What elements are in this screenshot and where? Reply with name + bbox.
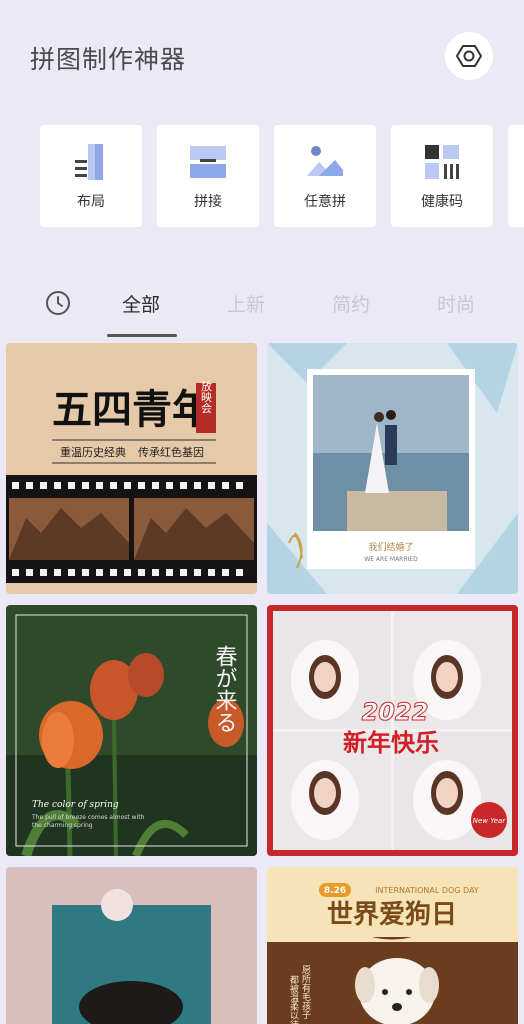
health-code-icon [425,145,459,179]
tool-stitch-label: 拼接 [194,194,222,210]
tool-layout-label: 布局 [77,194,105,210]
wedding-caption-cn: 我们结婚了 [368,541,413,553]
new-year-sticker: New Year [473,817,507,825]
template-card-youth-day[interactable]: 五四青年 放映会 重温历史经典 传承红色基因 [6,343,257,594]
freestyle-icon [307,146,343,176]
settings-icon [456,45,482,67]
tool-freestyle-button[interactable]: 任意拼 [274,125,376,227]
layout-icon [75,144,103,180]
wedding-caption-en: WE ARE MARRIED [364,556,418,563]
spring-caption-title: The color of spring [32,800,119,810]
tool-stitch-button[interactable]: 拼接 [157,125,259,227]
dog-day-event-en: INTERNATIONAL DOG DAY [375,886,479,895]
template-card-spring[interactable]: 春が来る The color of spring The pull of bre… [6,605,257,856]
dog-day-side-text-1: 愿所有毛孩子 [300,965,311,1019]
tab-new[interactable]: 上新 [227,290,265,317]
tab-fashion[interactable]: 时尚 [437,290,475,317]
template-card-portrait[interactable] [6,867,257,1024]
tab-simple[interactable]: 简约 [332,290,370,317]
new-year-greeting: 新年快乐 [343,729,439,757]
spring-caption-line2: the charming spring [32,822,93,829]
tab-active-indicator [107,334,177,337]
template-card-wedding[interactable]: 我们结婚了 WE ARE MARRIED [267,343,518,594]
app-title: 拼图制作神器 [30,45,187,74]
template-card-dog-day[interactable]: 8.26 INTERNATIONAL DOG DAY 世界爱狗日 愿所有毛孩子 … [267,867,518,1024]
youth-day-slogan-right: 传承红色基因 [138,445,204,459]
tool-health-code-label: 健康码 [421,194,463,210]
template-card-new-year[interactable]: 2022 新年快乐 New Year [267,605,518,856]
tab-all[interactable]: 全部 [122,290,160,317]
stitch-icon [190,146,226,178]
tool-layout-button[interactable]: 布局 [40,125,142,227]
new-year-year: 2022 [362,698,429,726]
dog-day-date: 8.26 [324,886,346,896]
dog-day-headline: 世界爱狗日 [327,900,457,930]
spring-vertical-text: 春が来る [212,645,238,733]
youth-day-slogan-left: 重温历史经典 [60,445,126,459]
category-tabs: 全部 上新 简约 时尚 [0,280,524,340]
tool-health-code-button[interactable]: 健康码 [391,125,493,227]
tool-more-button[interactable] [508,125,524,227]
youth-day-headline: 五四青年 [52,386,212,433]
tool-freestyle-label: 任意拼 [304,194,346,210]
history-clock-icon[interactable] [45,290,71,316]
youth-day-badge: 放映会 [200,379,213,413]
tool-shortcuts: 布局 拼接 任意拼 健康码 [40,125,524,227]
settings-button[interactable] [445,32,493,80]
dog-day-side-text-2: 都被温柔以待 [288,975,299,1024]
app-header: 拼图制作神器 [0,0,524,112]
spring-caption-line1: The pull of breeze comes almost with [31,814,145,821]
